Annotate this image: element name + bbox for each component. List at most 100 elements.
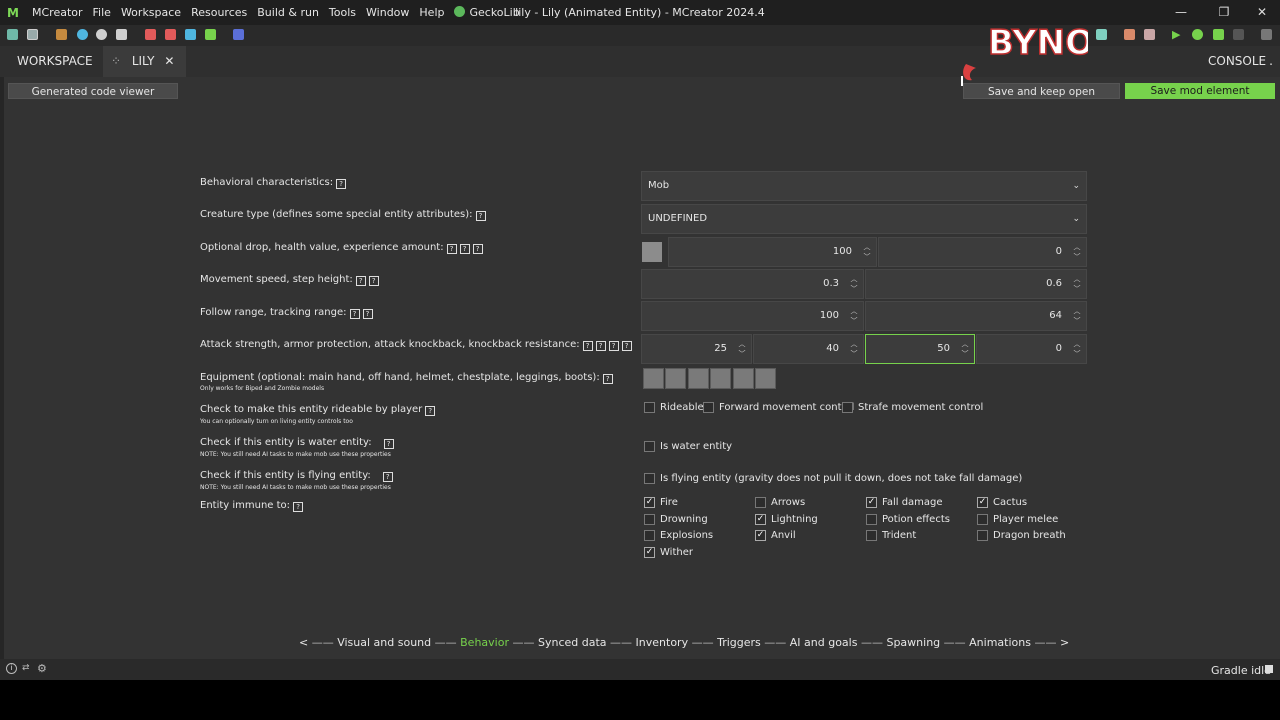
- page-synced-data[interactable]: Synced data: [538, 636, 607, 649]
- health-field[interactable]: 100 ︿ ﹀: [668, 237, 877, 267]
- spinner-arrows-icon[interactable]: ︿ ﹀: [736, 339, 748, 361]
- workspace-icon[interactable]: [7, 29, 18, 40]
- spinner-arrows-icon[interactable]: ︿ ﹀: [848, 339, 860, 361]
- immune-explosions-checkbox[interactable]: Explosions: [644, 530, 713, 541]
- help-icon[interactable]: ?: [425, 406, 436, 416]
- grid-icon[interactable]: [185, 29, 196, 40]
- forward-control-checkbox[interactable]: Forward movement control: [703, 402, 854, 413]
- attack-strength-field[interactable]: 25 ︿ ﹀: [641, 334, 752, 364]
- menu-help[interactable]: Help: [414, 6, 449, 19]
- immune-lightning-checkbox[interactable]: ✓ Lightning: [755, 514, 818, 525]
- spinner-arrows-icon[interactable]: ︿ ﹀: [848, 274, 860, 296]
- share-icon[interactable]: ⇄: [22, 663, 34, 674]
- immune-trident-checkbox[interactable]: Trident: [866, 530, 916, 541]
- help-icon[interactable]: ?: [368, 276, 379, 286]
- flying-entity-checkbox[interactable]: Is flying entity (gravity does not pull …: [644, 473, 1022, 484]
- help-icon[interactable]: ?: [621, 341, 632, 351]
- help-icon[interactable]: ?: [382, 472, 393, 482]
- menu-build-run[interactable]: Build & run: [252, 6, 324, 19]
- immune-fire-checkbox[interactable]: ✓ Fire: [644, 497, 678, 508]
- gear-icon[interactable]: ⚙: [37, 662, 49, 675]
- texture-icon[interactable]: [145, 29, 156, 40]
- generated-code-viewer-button[interactable]: Generated code viewer: [8, 83, 178, 99]
- immune-arrows-checkbox[interactable]: Arrows: [755, 497, 805, 508]
- help-icon[interactable]: ?: [475, 211, 486, 221]
- info-icon[interactable]: i: [6, 663, 17, 674]
- eraser-icon[interactable]: [1124, 29, 1135, 40]
- creature-type-select[interactable]: UNDEFINED ⌄: [641, 204, 1087, 234]
- xp-field[interactable]: 0 ︿ ﹀: [878, 237, 1087, 267]
- spinner-arrows-icon[interactable]: ︿ ﹀: [959, 339, 971, 361]
- equipment-slot[interactable]: [665, 368, 686, 389]
- help-icon[interactable]: ?: [446, 244, 457, 254]
- hammer-icon[interactable]: [1144, 29, 1155, 40]
- page-spawning[interactable]: Spawning: [886, 636, 940, 649]
- immune-player-melee-checkbox[interactable]: Player melee: [977, 514, 1058, 525]
- spinner-arrows-icon[interactable]: ︿ ﹀: [848, 306, 860, 328]
- page-triggers[interactable]: Triggers: [717, 636, 761, 649]
- mod-icon[interactable]: [1096, 29, 1107, 40]
- prev-page-icon[interactable]: <: [299, 636, 308, 649]
- help-icon[interactable]: ?: [608, 341, 619, 351]
- menu-tools[interactable]: Tools: [324, 6, 361, 19]
- page-animations[interactable]: Animations: [969, 636, 1031, 649]
- immune-dragon-breath-checkbox[interactable]: Dragon breath: [977, 530, 1066, 541]
- save-mod-element-button[interactable]: Save mod element: [1125, 83, 1275, 99]
- tab-lily[interactable]: ⁘ LILY ✕: [103, 46, 186, 77]
- equipment-slot[interactable]: [688, 368, 709, 389]
- spinner-arrows-icon[interactable]: ︿ ﹀: [1071, 339, 1083, 361]
- menu-file[interactable]: File: [88, 6, 116, 19]
- close-tab-icon[interactable]: ✕: [164, 54, 174, 68]
- help-icon[interactable]: ?: [595, 341, 606, 351]
- debug-icon[interactable]: [1192, 29, 1203, 40]
- spinner-arrows-icon[interactable]: ︿ ﹀: [1071, 306, 1083, 328]
- menu-workspace[interactable]: Workspace: [116, 6, 186, 19]
- menu-mcreator[interactable]: MCreator: [27, 6, 88, 19]
- stop-icon[interactable]: [1233, 29, 1244, 40]
- spinner-arrows-icon[interactable]: ︿ ﹀: [1071, 274, 1083, 296]
- settings-icon[interactable]: [1261, 29, 1272, 40]
- equipment-slot[interactable]: [643, 368, 664, 389]
- menu-resources[interactable]: Resources: [186, 6, 252, 19]
- immune-cactus-checkbox[interactable]: ✓ Cactus: [977, 497, 1027, 508]
- page-ai-goals[interactable]: AI and goals: [790, 636, 858, 649]
- image-icon[interactable]: [165, 29, 176, 40]
- immune-potion-effects-checkbox[interactable]: Potion effects: [866, 514, 950, 525]
- help-icon[interactable]: ?: [582, 341, 593, 351]
- immune-fall-damage-checkbox[interactable]: ✓ Fall damage: [866, 497, 943, 508]
- rideable-checkbox[interactable]: Rideable: [644, 402, 704, 413]
- calendar-icon[interactable]: [233, 29, 244, 40]
- immune-drowning-checkbox[interactable]: Drowning: [644, 514, 708, 525]
- immune-wither-checkbox[interactable]: ✓ Wither: [644, 547, 693, 558]
- knockback-resistance-field[interactable]: 0 ︿ ﹀: [976, 334, 1087, 364]
- tab-console[interactable]: CONSOLE.: [1208, 46, 1273, 77]
- browser-icon[interactable]: [27, 29, 38, 40]
- globe-icon[interactable]: [77, 29, 88, 40]
- help-icon[interactable]: ?: [355, 276, 366, 286]
- help-icon[interactable]: ?: [293, 502, 304, 512]
- strafe-control-checkbox[interactable]: Strafe movement control: [842, 402, 983, 413]
- minimize-button[interactable]: —: [1166, 4, 1196, 21]
- page-visual-sound[interactable]: Visual and sound: [337, 636, 431, 649]
- resources-icon[interactable]: [56, 29, 67, 40]
- help-icon[interactable]: ?: [383, 439, 394, 449]
- equipment-slot[interactable]: [755, 368, 776, 389]
- help-icon[interactable]: ?: [472, 244, 483, 254]
- knockback-field[interactable]: 50 ︿ ﹀: [865, 334, 975, 364]
- close-window-button[interactable]: ✕: [1247, 4, 1277, 21]
- page-inventory[interactable]: Inventory: [636, 636, 689, 649]
- help-icon[interactable]: ?: [459, 244, 470, 254]
- save-icon[interactable]: [116, 29, 127, 40]
- armor-field[interactable]: 40 ︿ ﹀: [753, 334, 864, 364]
- equipment-slot[interactable]: [733, 368, 754, 389]
- next-page-icon[interactable]: >: [1060, 636, 1069, 649]
- blocks-icon[interactable]: [205, 29, 216, 40]
- gear-tool-icon[interactable]: [96, 29, 107, 40]
- help-icon[interactable]: ?: [602, 374, 613, 384]
- help-icon[interactable]: ?: [349, 309, 360, 319]
- tracking-range-field[interactable]: 64 ︿ ﹀: [865, 301, 1087, 331]
- gradle-stop-icon[interactable]: [1265, 665, 1273, 673]
- page-behavior[interactable]: Behavior: [460, 636, 509, 649]
- follow-range-field[interactable]: 100 ︿ ﹀: [641, 301, 864, 331]
- spinner-arrows-icon[interactable]: ︿ ﹀: [861, 242, 873, 264]
